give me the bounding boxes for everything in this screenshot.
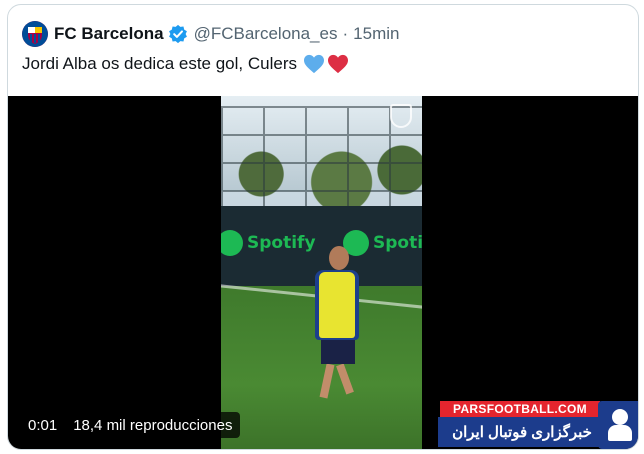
tweet-text: Jordi Alba os dedica este gol, Culers — [22, 54, 297, 73]
tweet-body: Jordi Alba os dedica este gol, Culers — [22, 54, 349, 74]
user-handle[interactable]: @FCBarcelona_es — [194, 24, 338, 44]
video-view-count: 18,4 mil reproducciones — [73, 416, 233, 434]
video-crest-watermark — [390, 104, 412, 128]
spotify-logo-left: Spotify — [221, 230, 316, 256]
spotify-icon — [221, 230, 243, 256]
watermark-site: PARSFOOTBALL.COM — [440, 401, 600, 417]
video-current-time: 0:01 — [28, 416, 58, 434]
video-frame[interactable]: Spotify Spotify — [221, 96, 422, 449]
emoji-group — [303, 54, 349, 74]
watermark-tagline: خبرگزاری فوتبال ایران — [438, 417, 606, 447]
tweet-card[interactable]: FC Barcelona @FCBarcelona_es · 15min Jor… — [7, 4, 639, 450]
fcb-crest-icon — [22, 21, 48, 47]
watermark-figure-head — [612, 409, 628, 425]
player-head — [329, 246, 349, 270]
separator-dot: · — [342, 24, 349, 43]
watermark-logo-icon — [598, 401, 638, 449]
player-bib — [319, 272, 355, 338]
video-player[interactable]: Spotify Spotify 0:01 18,4 mil reproducci — [8, 96, 638, 449]
tweet-timestamp[interactable]: 15min — [353, 24, 399, 44]
player-leg — [336, 363, 354, 395]
verified-badge-icon — [168, 24, 187, 44]
player-leg — [319, 363, 335, 399]
video-info-overlay: 0:01 18,4 mil reproducciones — [20, 412, 241, 438]
avatar[interactable] — [22, 21, 48, 47]
display-name[interactable]: FC Barcelona — [54, 24, 164, 44]
spotify-text: Spotify — [247, 233, 316, 253]
watermark-figure-body — [608, 425, 632, 441]
spotify-text: Spotify — [373, 233, 422, 253]
blue-heart-icon — [304, 54, 324, 74]
tweet-header: FC Barcelona @FCBarcelona_es · 15min — [22, 19, 399, 49]
red-heart-icon — [328, 54, 348, 74]
player-shorts — [321, 338, 355, 364]
parsfootball-watermark: PARSFOOTBALL.COM خبرگزاری فوتبال ایران — [438, 401, 638, 449]
video-player-figure — [309, 246, 369, 406]
